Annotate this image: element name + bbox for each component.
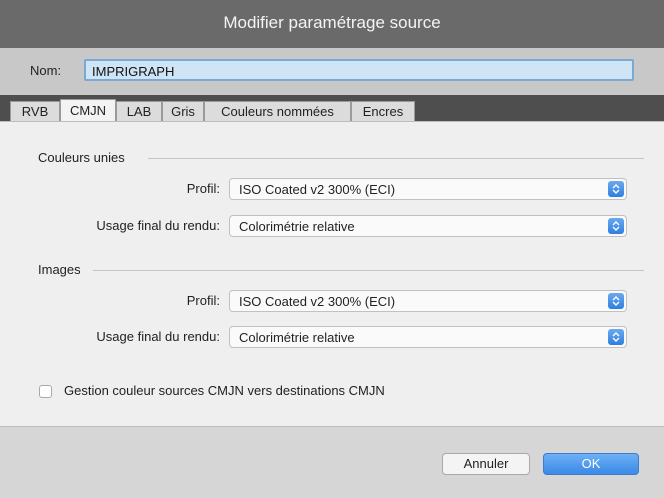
solid-intent-value: Colorimétrie relative xyxy=(239,219,355,234)
dialog-window: Modifier paramétrage source Nom: IMPRIGR… xyxy=(0,0,664,498)
cmyk-management-label: Gestion couleur sources CMJN vers destin… xyxy=(64,383,385,398)
solid-profile-value: ISO Coated v2 300% (ECI) xyxy=(239,182,396,197)
section-heading-couleurs-unies: Couleurs unies xyxy=(38,150,125,165)
chevron-updown-icon xyxy=(608,329,624,345)
tab-couleurs-nommees[interactable]: Couleurs nommées xyxy=(204,101,351,121)
intent-label: Usage final du rendu: xyxy=(96,218,220,233)
images-profile-select[interactable]: ISO Coated v2 300% (ECI) xyxy=(229,290,627,312)
tab-panel xyxy=(0,121,664,427)
chevron-updown-icon xyxy=(608,181,624,197)
tab-rvb[interactable]: RVB xyxy=(10,101,60,121)
tab-gris[interactable]: Gris xyxy=(162,101,204,121)
images-intent-select[interactable]: Colorimétrie relative xyxy=(229,326,627,348)
dialog-title: Modifier paramétrage source xyxy=(223,13,441,32)
ok-button[interactable]: OK xyxy=(543,453,639,475)
tab-lab[interactable]: LAB xyxy=(116,101,162,121)
name-label: Nom: xyxy=(30,63,62,78)
section-heading-images: Images xyxy=(38,262,81,277)
cancel-button[interactable]: Annuler xyxy=(442,453,530,475)
chevron-updown-icon xyxy=(608,218,624,234)
intent-label: Usage final du rendu: xyxy=(96,329,220,344)
title-bar: Modifier paramétrage source xyxy=(0,0,664,48)
chevron-updown-icon xyxy=(608,293,624,309)
solid-intent-select[interactable]: Colorimétrie relative xyxy=(229,215,627,237)
cmyk-management-checkbox[interactable] xyxy=(39,385,52,398)
tab-cmjn[interactable]: CMJN xyxy=(60,99,116,121)
images-intent-value: Colorimétrie relative xyxy=(239,330,355,345)
images-profile-value: ISO Coated v2 300% (ECI) xyxy=(239,294,396,309)
solid-profile-select[interactable]: ISO Coated v2 300% (ECI) xyxy=(229,178,627,200)
section-divider xyxy=(93,270,644,271)
profile-label: Profil: xyxy=(186,293,220,308)
profile-label: Profil: xyxy=(186,181,220,196)
tab-encres[interactable]: Encres xyxy=(351,101,415,121)
section-divider xyxy=(148,158,644,159)
name-input[interactable]: IMPRIGRAPH xyxy=(84,59,634,81)
